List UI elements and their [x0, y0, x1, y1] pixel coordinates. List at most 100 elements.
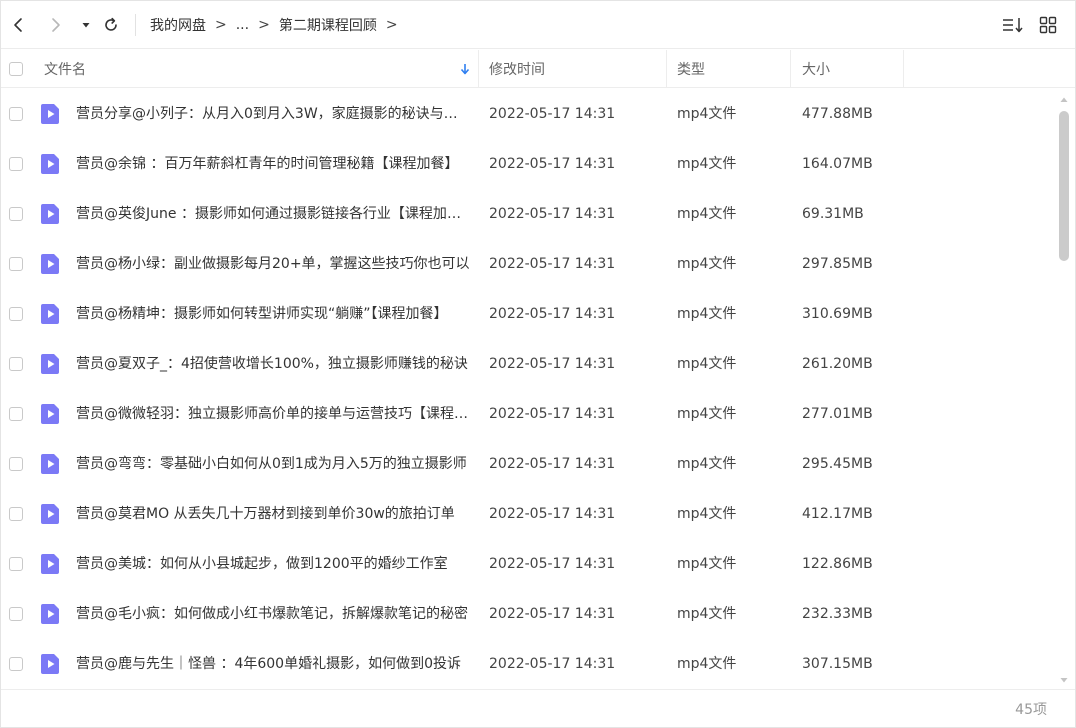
file-size: 122.86MB — [802, 556, 873, 572]
video-file-icon — [41, 104, 59, 124]
row-checkbox[interactable] — [9, 257, 23, 271]
file-type: mp4文件 — [677, 206, 737, 222]
file-size: 164.07MB — [802, 156, 873, 172]
row-checkbox[interactable] — [9, 407, 23, 421]
refresh-button[interactable] — [100, 13, 122, 37]
file-modified-time: 2022-05-17 14:31 — [489, 306, 616, 322]
file-row[interactable]: 营员@英俊June ：摄影师如何通过摄影链接各行业【课程加餐】 2022-05-1… — [1, 189, 1055, 239]
file-type: mp4文件 — [677, 656, 737, 672]
file-size: 412.17MB — [802, 506, 873, 522]
file-row[interactable]: 营员@毛小疯：如何做成小红书爆款笔记，拆解爆款笔记的秘密 2022-05-17 1… — [1, 589, 1055, 639]
file-type: mp4文件 — [677, 156, 737, 172]
file-name[interactable]: 营员@莫君MO 从丢失几十万器材到接到单价30w的旅拍订单 — [76, 489, 471, 539]
file-size: 232.33MB — [802, 606, 873, 622]
header-name-label: 文件名 — [44, 62, 86, 78]
file-type: mp4文件 — [677, 256, 737, 272]
file-name[interactable]: 营员@美城：如何从小县城起步，做到1200平的婚纱工作室 — [76, 539, 471, 589]
file-modified-time: 2022-05-17 14:31 — [489, 206, 616, 222]
row-checkbox[interactable] — [9, 157, 23, 171]
sort-button[interactable] — [1002, 14, 1024, 36]
row-checkbox[interactable] — [9, 607, 23, 621]
file-type: mp4文件 — [677, 106, 737, 122]
scroll-up-arrow-icon[interactable] — [1059, 95, 1069, 105]
breadcrumb-root[interactable]: 我的网盘 — [150, 15, 206, 35]
status-bar: 45项 — [1, 689, 1075, 727]
scrollbar-thumb[interactable] — [1059, 111, 1069, 261]
row-checkbox[interactable] — [9, 457, 23, 471]
file-row[interactable]: 营员@余锦 ：百万年薪斜杠青年的时间管理秘籍【课程加餐】 2022-05-17 1… — [1, 139, 1055, 189]
select-all-checkbox[interactable] — [9, 62, 23, 76]
file-type: mp4文件 — [677, 606, 737, 622]
header-size[interactable]: 大小 — [791, 50, 904, 88]
breadcrumb-ellipsis[interactable]: ... — [236, 17, 249, 33]
file-name[interactable]: 营员@微微轻羽：独立摄影师高价单的接单与运营技巧【课程加餐】 — [76, 389, 471, 439]
header-name[interactable]: 文件名 — [30, 50, 479, 88]
back-button[interactable] — [7, 13, 29, 37]
file-modified-time: 2022-05-17 14:31 — [489, 256, 616, 272]
file-name[interactable]: 营员@鹿与先生｜怪兽 ：4年600单婚礼摄影，如何做到0投诉 — [76, 639, 471, 689]
file-size: 277.01MB — [802, 406, 873, 422]
file-row[interactable]: 营员@弯弯：零基础小白如何从0到1成为月入5万的独立摄影师 2022-05-17 … — [1, 439, 1055, 489]
file-row[interactable]: 营员@莫君MO 从丢失几十万器材到接到单价30w的旅拍订单 2022-05-17 … — [1, 489, 1055, 539]
video-file-icon — [41, 404, 59, 424]
file-row[interactable]: 营员@杨小绿：副业做摄影每月20+单，掌握这些技巧你也可以 2022-05-17 … — [1, 239, 1055, 289]
file-name[interactable]: 营员分享@小列子：从月入0到月入3W，家庭摄影的秘诀与技巧 — [76, 89, 471, 139]
video-file-icon — [41, 304, 59, 324]
header-modified[interactable]: 修改时间 — [479, 50, 667, 88]
file-row[interactable]: 营员@杨精坤：摄影师如何转型讲师实现“躺赚”【课程加餐】 2022-05-17 1… — [1, 289, 1055, 339]
file-name[interactable]: 营员@毛小疯：如何做成小红书爆款笔记，拆解爆款笔记的秘密 — [76, 589, 471, 639]
file-modified-time: 2022-05-17 14:31 — [489, 106, 616, 122]
file-modified-time: 2022-05-17 14:31 — [489, 656, 616, 672]
file-name[interactable]: 营员@夏双子_：4招使营收增长100%，独立摄影师赚钱的秘诀 — [76, 339, 471, 389]
video-file-icon — [41, 604, 59, 624]
row-checkbox[interactable] — [9, 207, 23, 221]
file-row[interactable]: 营员分享@小列子：从月入0到月入3W，家庭摄影的秘诀与技巧 2022-05-17 … — [1, 89, 1055, 139]
row-checkbox[interactable] — [9, 107, 23, 121]
breadcrumb-separator: > — [385, 17, 398, 33]
forward-button[interactable] — [45, 13, 67, 37]
header-type-label: 类型 — [677, 62, 705, 78]
file-modified-time: 2022-05-17 14:31 — [489, 506, 616, 522]
caret-down-icon — [82, 23, 90, 28]
row-checkbox[interactable] — [9, 557, 23, 571]
file-row[interactable]: 营员@鹿与先生｜怪兽 ：4年600单婚礼摄影，如何做到0投诉 2022-05-17… — [1, 639, 1055, 689]
file-type: mp4文件 — [677, 456, 737, 472]
file-size: 69.31MB — [802, 206, 864, 222]
grid-view-button[interactable] — [1037, 14, 1059, 36]
file-name[interactable]: 营员@弯弯：零基础小白如何从0到1成为月入5万的独立摄影师 — [76, 439, 471, 489]
file-name[interactable]: 营员@杨小绿：副业做摄影每月20+单，掌握这些技巧你也可以 — [76, 239, 471, 289]
breadcrumb-current[interactable]: 第二期课程回顾 — [279, 15, 377, 35]
file-modified-time: 2022-05-17 14:31 — [489, 156, 616, 172]
file-size: 297.85MB — [802, 256, 873, 272]
row-checkbox[interactable] — [9, 357, 23, 371]
arrow-down-icon — [460, 64, 470, 75]
file-row[interactable]: 营员@夏双子_：4招使营收增长100%，独立摄影师赚钱的秘诀 2022-05-17… — [1, 339, 1055, 389]
row-checkbox[interactable] — [9, 507, 23, 521]
sort-list-icon — [1003, 18, 1023, 33]
file-row[interactable]: 营员@美城：如何从小县城起步，做到1200平的婚纱工作室 2022-05-17 1… — [1, 539, 1055, 589]
file-browser-window: 我的网盘 > ... > 第二期课程回顾 > 文件名 修改时间 类型 大小 营员… — [0, 0, 1076, 728]
video-file-icon — [41, 454, 59, 474]
file-modified-time: 2022-05-17 14:31 — [489, 456, 616, 472]
file-modified-time: 2022-05-17 14:31 — [489, 406, 616, 422]
file-name[interactable]: 营员@杨精坤：摄影师如何转型讲师实现“躺赚”【课程加餐】 — [76, 289, 471, 339]
breadcrumb-separator: > — [258, 17, 270, 33]
file-name[interactable]: 营员@英俊June ：摄影师如何通过摄影链接各行业【课程加餐】 — [76, 189, 471, 239]
scroll-down-arrow-icon[interactable] — [1059, 675, 1069, 685]
file-row[interactable]: 营员@微微轻羽：独立摄影师高价单的接单与运营技巧【课程加餐】 2022-05-17… — [1, 389, 1055, 439]
file-type: mp4文件 — [677, 406, 737, 422]
header-type[interactable]: 类型 — [667, 50, 791, 88]
file-type: mp4文件 — [677, 556, 737, 572]
refresh-icon — [105, 17, 117, 31]
file-modified-time: 2022-05-17 14:31 — [489, 606, 616, 622]
toolbar: 我的网盘 > ... > 第二期课程回顾 > — [1, 1, 1075, 49]
video-file-icon — [41, 154, 59, 174]
file-size: 295.45MB — [802, 456, 873, 472]
history-dropdown-button[interactable] — [75, 13, 97, 37]
item-count: 45项 — [1015, 702, 1047, 718]
chevron-right-icon — [52, 18, 60, 32]
row-checkbox[interactable] — [9, 657, 23, 671]
video-file-icon — [41, 254, 59, 274]
file-name[interactable]: 营员@余锦 ：百万年薪斜杠青年的时间管理秘籍【课程加餐】 — [76, 139, 471, 189]
row-checkbox[interactable] — [9, 307, 23, 321]
